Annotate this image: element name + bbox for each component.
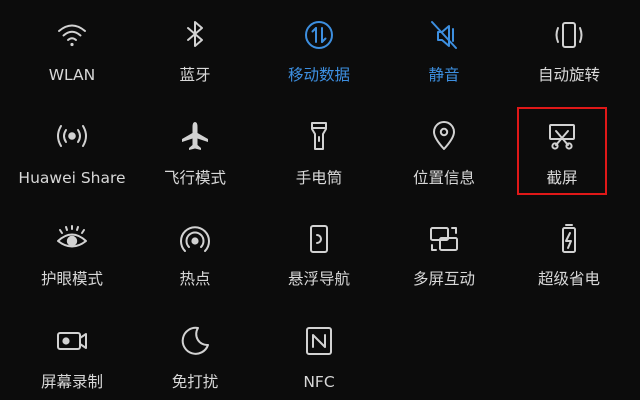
tile-battery-saver[interactable]: 超级省电 [505, 222, 633, 312]
tile-label: 护眼模式 [40, 270, 103, 288]
tile-label: WLAN [48, 66, 96, 84]
floating-nav-icon [302, 222, 336, 256]
tile-label: 超级省电 [537, 270, 600, 288]
mute-icon [427, 18, 461, 52]
tile-eye-comfort[interactable]: 护眼模式 [8, 222, 136, 312]
tile-location[interactable]: 位置信息 [380, 119, 508, 209]
tile-label: 屏幕录制 [40, 373, 103, 391]
tile-do-not-disturb[interactable]: 免打扰 [131, 324, 259, 400]
wifi-icon [55, 18, 89, 52]
quick-settings-panel: WLAN 蓝牙 移动数据 静音 自动旋转 Huawei Share 飞行模式 手… [0, 0, 640, 400]
nfc-icon [302, 324, 336, 358]
mobile-data-icon [302, 18, 336, 52]
tile-mobile-data[interactable]: 移动数据 [255, 18, 383, 108]
tile-screen-record[interactable]: 屏幕录制 [8, 324, 136, 400]
tile-label: 静音 [428, 66, 460, 84]
tile-label: NFC [303, 373, 335, 391]
tile-label: 蓝牙 [179, 66, 211, 84]
tile-flashlight[interactable]: 手电筒 [255, 119, 383, 209]
tile-label: 多屏互动 [412, 270, 475, 288]
do-not-disturb-icon [178, 324, 212, 358]
tile-label: 手电筒 [295, 169, 343, 187]
battery-saver-icon [552, 222, 586, 256]
tile-mute[interactable]: 静音 [380, 18, 508, 108]
tile-label: 位置信息 [412, 169, 475, 187]
location-icon [427, 119, 461, 153]
screen-record-icon [55, 324, 89, 358]
multi-screen-icon [427, 222, 461, 256]
tile-label: 移动数据 [287, 66, 350, 84]
tile-label: Huawei Share [18, 169, 126, 187]
tile-label: 自动旋转 [537, 66, 600, 84]
tile-hotspot[interactable]: 热点 [131, 222, 259, 312]
tile-auto-rotate[interactable]: 自动旋转 [505, 18, 633, 108]
tile-label: 飞行模式 [163, 169, 226, 187]
tile-label: 免打扰 [171, 373, 219, 391]
tile-huawei-share[interactable]: Huawei Share [8, 119, 136, 209]
flashlight-icon [302, 119, 336, 153]
tile-nfc[interactable]: NFC [255, 324, 383, 400]
tile-label: 悬浮导航 [287, 270, 350, 288]
tile-airplane-mode[interactable]: 飞行模式 [131, 119, 259, 209]
hotspot-icon [178, 222, 212, 256]
bluetooth-icon [178, 18, 212, 52]
airplane-icon [178, 119, 212, 153]
eye-comfort-icon [55, 222, 89, 256]
tile-wlan[interactable]: WLAN [8, 18, 136, 108]
tile-bluetooth[interactable]: 蓝牙 [131, 18, 259, 108]
huawei-share-icon [55, 119, 89, 153]
auto-rotate-icon [552, 18, 586, 52]
tile-label: 热点 [179, 270, 211, 288]
tile-multi-screen[interactable]: 多屏互动 [380, 222, 508, 312]
screenshot-highlight-box [517, 107, 607, 195]
tile-floating-nav[interactable]: 悬浮导航 [255, 222, 383, 312]
